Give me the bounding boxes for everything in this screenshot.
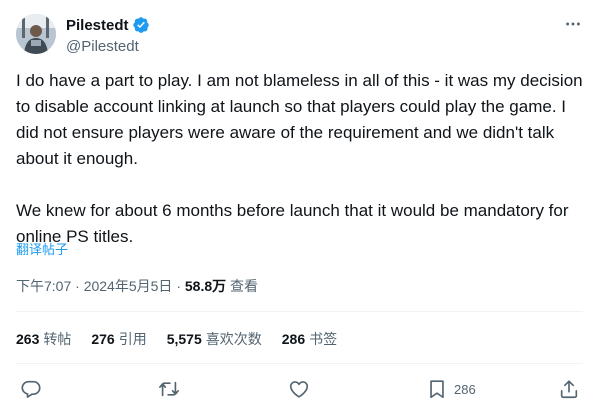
tweet-paragraph: We knew for about 6 months before launch… [16,201,569,246]
like-button[interactable] [288,377,310,401]
views-count: 58.8万 [184,278,227,294]
views-label: 查看 [230,278,259,294]
action-bar: 286 [16,374,583,404]
retweet-icon [159,381,179,397]
verified-badge-icon [132,16,150,34]
quotes-stat[interactable]: 276 引用 [91,329,146,349]
stat-label: 转帖 [43,331,72,347]
tweet-paragraph: I do have a part to play. I am not blame… [16,71,583,168]
tweet-header: Pilestedt @Pilestedt [16,12,583,56]
retweet-button[interactable] [158,377,180,401]
tweet-meta: 下午7:07 · 2024年5月5日 · 58.8万 查看 [16,276,258,296]
share-icon [560,380,578,399]
meta-separator: · [75,278,80,294]
stat-label: 喜欢次数 [205,331,262,347]
bookmarks-stat[interactable]: 286 书签 [282,329,337,349]
stat-count: 5,575 [166,331,202,347]
share-button[interactable] [558,377,580,401]
reply-icon [21,380,41,398]
more-options-button[interactable] [563,14,583,34]
bookmark-icon [430,380,444,399]
bookmark-count: 286 [454,381,476,397]
likes-stat[interactable]: 5,575 喜欢次数 [167,329,262,349]
stat-label: 书签 [309,331,338,347]
tweet-time[interactable]: 下午7:07 [16,278,71,294]
reposts-stat[interactable]: 263 转帖 [16,329,71,349]
stat-label: 引用 [118,331,147,347]
stat-count: 286 [281,331,306,347]
stat-count: 276 [91,331,115,347]
tweet-text: I do have a part to play. I am not blame… [16,68,583,250]
tweet-date[interactable]: 2024年5月5日 [84,278,173,294]
stat-count: 263 [16,331,40,347]
divider [16,363,583,364]
bookmark-button[interactable]: 286 [426,377,476,401]
engagement-stats: 263 转帖 276 引用 5,575 喜欢次数 286 书签 [16,329,357,349]
more-horizontal-icon [566,22,580,26]
meta-separator: · [176,278,181,294]
author-display-name[interactable]: Pilestedt [66,17,129,34]
avatar-image [16,14,56,54]
author-handle[interactable]: @Pilestedt [66,37,150,57]
author-info: Pilestedt @Pilestedt [66,15,150,57]
translate-post-link[interactable]: 翻译帖子 [16,241,68,259]
tweet-detail: Pilestedt @Pilestedt I do have a part to… [0,0,599,415]
user-avatar[interactable] [16,14,56,54]
like-icon [289,381,309,398]
reply-button[interactable] [20,377,42,401]
divider [16,311,583,312]
